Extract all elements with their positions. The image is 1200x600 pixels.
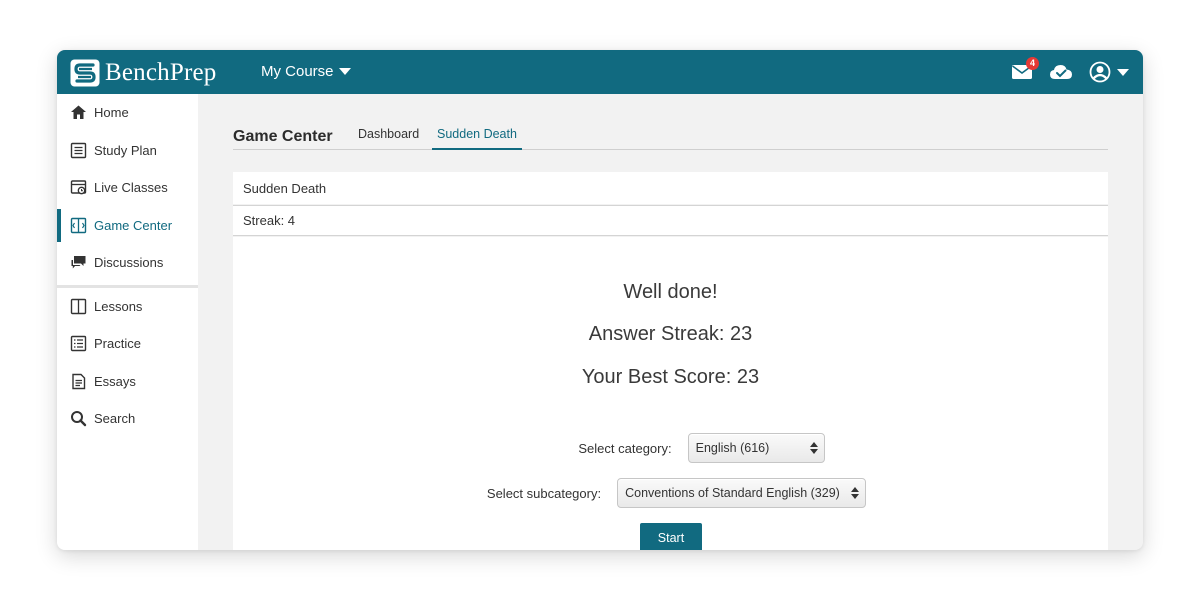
cloud-check-icon [1050, 65, 1072, 79]
subcategory-row: Select subcategory: Conventions of Stand… [233, 478, 1108, 508]
course-menu-label: My Course [261, 63, 334, 80]
sidebar-item-lessons[interactable]: Lessons [57, 288, 198, 326]
course-menu[interactable]: My Course [261, 63, 351, 80]
category-label: Select category: [578, 440, 672, 456]
page-header: Game Center Dashboard Sudden Death [233, 122, 1108, 150]
sidebar-item-label: Discussions [94, 255, 164, 271]
app-window: BenchPrep My Course 4 Home Study Plan Li… [57, 50, 1143, 550]
study-plan-icon [70, 142, 87, 158]
account-icon [1089, 61, 1111, 83]
panel-title: Sudden Death [233, 172, 1108, 204]
chevron-down-icon [1117, 68, 1129, 76]
result-message: Well done! [623, 281, 718, 303]
main-content: Game Center Dashboard Sudden Death Sudde… [198, 94, 1143, 550]
sidebar-item-discussions[interactable]: Discussions [57, 244, 198, 282]
best-score: Your Best Score: 23 [581, 366, 760, 388]
sidebar-item-label: Practice [94, 336, 141, 352]
select-arrows-icon [809, 442, 818, 454]
lessons-icon [70, 298, 87, 314]
sidebar-item-label: Study Plan [94, 142, 157, 158]
sidebar-item-home[interactable]: Home [57, 94, 198, 132]
sync-status-button[interactable] [1049, 63, 1073, 81]
sidebar-item-study-plan[interactable]: Study Plan [57, 132, 198, 170]
answer-streak: Answer Streak: 23 [588, 323, 753, 345]
notification-badge: 4 [1026, 57, 1039, 70]
account-menu[interactable] [1089, 61, 1129, 83]
practice-icon [70, 336, 87, 352]
sidebar: Home Study Plan Live Classes Game Center… [57, 94, 198, 550]
category-select[interactable]: English (616) [687, 433, 825, 463]
sidebar-item-label: Live Classes [94, 180, 168, 196]
select-arrows-icon [851, 487, 860, 499]
brand-logo[interactable]: BenchPrep [70, 59, 217, 87]
benchprep-logo-icon [70, 59, 100, 87]
chevron-down-icon [338, 68, 351, 75]
home-icon [71, 105, 86, 120]
category-row: Select category: English (616) [233, 433, 1108, 463]
sidebar-item-label: Lessons [94, 298, 143, 314]
live-classes-icon [70, 180, 87, 195]
sidebar-item-search[interactable]: Search [57, 400, 198, 438]
sidebar-item-live-classes[interactable]: Live Classes [57, 169, 198, 207]
start-button[interactable]: Start [640, 523, 702, 550]
sidebar-item-label: Home [94, 105, 129, 121]
brand-name: BenchPrep [105, 59, 217, 86]
search-icon [71, 411, 87, 427]
sidebar-item-label: Search [94, 411, 136, 427]
subcategory-select[interactable]: Conventions of Standard English (329) [617, 478, 867, 508]
subcategory-value: Conventions of Standard English (329) [625, 486, 840, 500]
page-title: Game Center [233, 128, 333, 145]
header-actions: 4 [995, 50, 1129, 94]
streak-status: Streak: 4 [233, 205, 1108, 236]
discussions-icon [71, 256, 86, 269]
subcategory-label: Select subcategory: [486, 485, 602, 501]
top-bar: BenchPrep My Course 4 [57, 50, 1143, 94]
sidebar-item-label: Essays [94, 373, 136, 389]
game-result-card: Well done! Answer Streak: 23 Your Best S… [233, 237, 1108, 550]
messages-button[interactable]: 4 [1011, 57, 1039, 80]
category-value: English (616) [695, 441, 770, 455]
sidebar-item-game-center[interactable]: Game Center [57, 207, 198, 245]
sidebar-item-practice[interactable]: Practice [57, 325, 198, 363]
game-center-icon [70, 217, 87, 233]
essays-icon [72, 373, 86, 389]
sidebar-item-label: Game Center [94, 217, 173, 233]
sidebar-item-essays[interactable]: Essays [57, 363, 198, 401]
tab-dashboard[interactable]: Dashboard [353, 127, 424, 148]
tab-sudden-death[interactable]: Sudden Death [432, 127, 522, 150]
